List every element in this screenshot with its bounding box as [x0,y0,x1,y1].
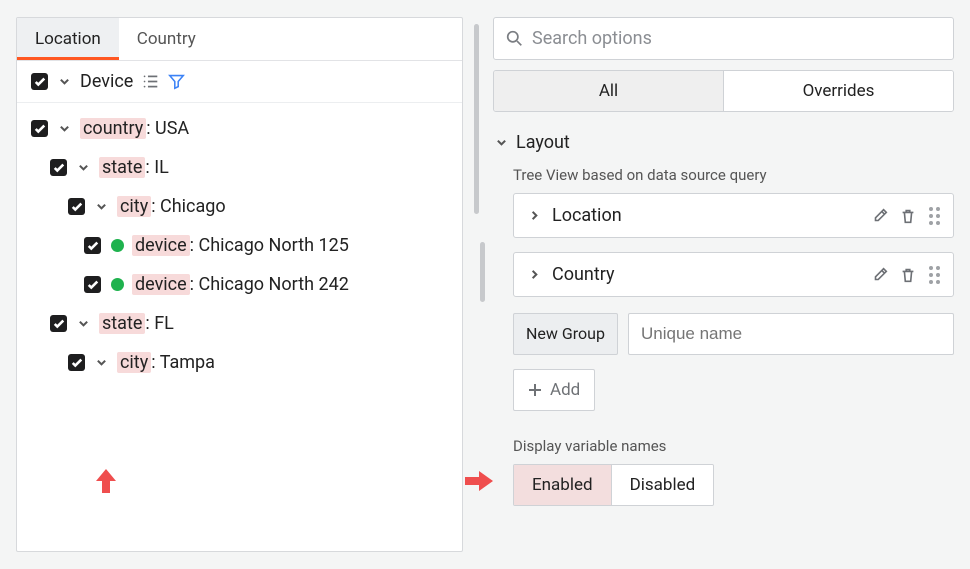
location-tree: country: USA state: IL city: Chicago [17,103,462,386]
tree-label: city: Chicago [117,196,226,217]
display-variable-names-toggle: Enabled Disabled [513,464,714,506]
section-title: Layout [516,132,570,153]
tree-label: city: Tampa [117,352,215,373]
layout-item-label: Country [552,264,861,285]
checkbox[interactable] [50,315,67,332]
tree-label: device: Chicago North 125 [132,235,349,256]
chevron-right-icon[interactable] [526,208,542,224]
tree-row-city[interactable]: city: Tampa [21,343,458,382]
checkbox-device[interactable] [31,73,48,90]
checkbox[interactable] [84,237,101,254]
tree-row-city[interactable]: city: Chicago [21,187,458,226]
add-button[interactable]: Add [513,369,595,411]
annotation-arrow-up-icon [94,467,118,495]
trash-icon[interactable] [899,266,917,284]
segment-overrides[interactable]: Overrides [723,71,953,111]
scrollbar[interactable] [480,242,485,302]
layout-item-location[interactable]: Location [513,193,954,238]
new-group-label: New Group [513,313,618,355]
chevron-down-icon[interactable] [57,75,71,89]
checkbox[interactable] [68,198,85,215]
search-placeholder: Search options [532,28,652,49]
chevron-down-icon[interactable] [75,160,91,176]
tree-root-row[interactable]: Device [17,61,462,103]
checkbox[interactable] [68,354,85,371]
tab-bar: Location Country [17,18,462,61]
funnel-icon[interactable] [168,73,185,90]
tree-row-country[interactable]: country: USA [21,109,458,148]
tree-label: country: USA [80,118,189,139]
tab-country[interactable]: Country [119,18,214,60]
tree-row-state[interactable]: state: IL [21,148,458,187]
chevron-down-icon[interactable] [75,316,91,332]
trash-icon[interactable] [899,207,917,225]
toggle-enabled[interactable]: Enabled [514,465,611,505]
new-group-input[interactable] [628,313,954,355]
chevron-down-icon [493,135,509,151]
checkbox[interactable] [84,276,101,293]
section-layout-header[interactable]: Layout [493,132,954,153]
search-input[interactable]: Search options [493,17,954,60]
layout-item-country[interactable]: Country [513,252,954,297]
edit-icon[interactable] [871,207,889,225]
plus-icon [528,383,542,397]
status-dot-icon [111,239,124,252]
scrollbar[interactable] [474,24,479,214]
tree-root-label: Device [80,71,133,92]
checkbox[interactable] [50,159,67,176]
drag-handle-icon[interactable] [927,207,941,225]
segment-all[interactable]: All [494,71,723,111]
layout-item-label: Location [552,205,861,226]
tree-label: device: Chicago North 242 [132,274,349,295]
status-dot-icon [111,278,124,291]
edit-icon[interactable] [871,266,889,284]
chevron-down-icon[interactable] [93,199,109,215]
checkbox[interactable] [31,120,48,137]
tree-label: state: FL [99,313,174,334]
tree-label: state: IL [99,157,169,178]
drag-handle-icon[interactable] [927,266,941,284]
display-variable-names-label: Display variable names [513,437,954,455]
section-subtext: Tree View based on data source query [513,166,954,184]
annotation-arrow-right-icon [463,469,495,493]
list-icon[interactable] [142,73,159,90]
tree-row-device[interactable]: device: Chicago North 125 [21,226,458,265]
tree-row-device[interactable]: device: Chicago North 242 [21,265,458,304]
chevron-right-icon[interactable] [526,267,542,283]
chevron-down-icon[interactable] [93,355,109,371]
tree-row-state[interactable]: state: FL [21,304,458,343]
chevron-down-icon[interactable] [56,121,72,137]
toggle-disabled[interactable]: Disabled [611,465,714,505]
segment-all-overrides: All Overrides [493,70,954,112]
search-icon [506,30,523,47]
tab-location[interactable]: Location [17,18,119,60]
